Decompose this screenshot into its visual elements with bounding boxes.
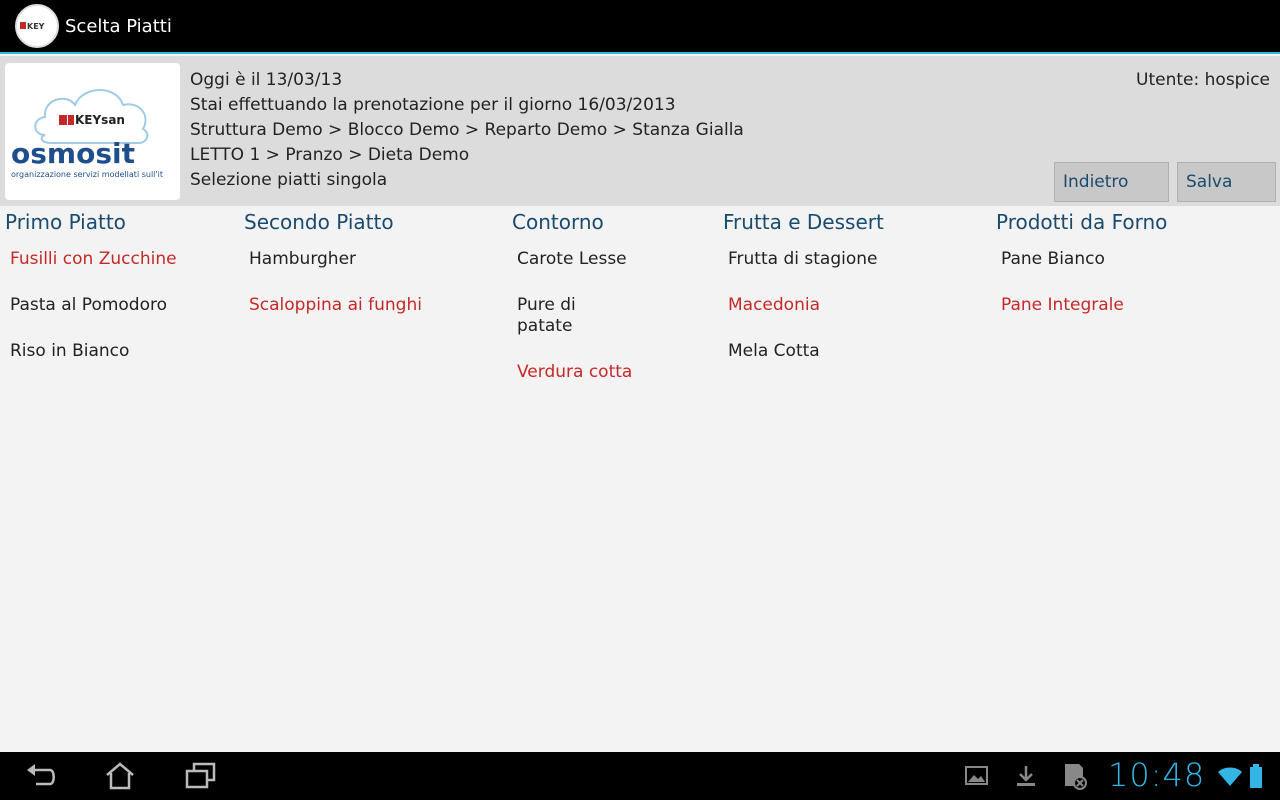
back-icon[interactable] [24,760,58,796]
dish-item[interactable]: Pure di patate [517,295,589,337]
osmosit-logo: KEYsan osmosit organizzazione servizi mo… [5,63,180,200]
action-bar: KEY Scelta Piatti [0,0,1280,54]
system-nav-bar: 10:48 [0,752,1280,800]
dish-item[interactable]: Riso in Bianco [10,341,129,362]
gallery-notification-icon[interactable] [964,764,990,792]
dish-item[interactable]: Pane Integrale [1001,295,1124,316]
user-label: Utente: hospice [1136,70,1270,90]
logo-osmosit: osmosit [11,137,135,170]
save-button[interactable]: Salva [1177,162,1276,202]
dish-item[interactable]: Scaloppina ai funghi [249,295,422,316]
meal-breadcrumb: LETTO 1 > Pranzo > Dieta Demo [190,145,470,165]
dish-item[interactable]: Hamburgher [249,249,356,270]
column-title-forno: Prodotti da Forno [996,210,1168,234]
home-icon[interactable] [104,760,136,796]
recent-apps-icon[interactable] [184,760,218,796]
dish-item[interactable]: Verdura cotta [517,362,632,383]
app-title: Scelta Piatti [65,15,172,37]
dish-item[interactable]: Pane Bianco [1001,249,1105,270]
battery-icon [1248,763,1264,793]
header-panel: KEYsan osmosit organizzazione servizi mo… [0,56,1280,206]
dish-item[interactable]: Mela Cotta [728,341,820,362]
logo-keysan: KEYsan [75,113,125,127]
dish-item[interactable]: Fusilli con Zucchine [10,249,177,270]
column-title-contorno: Contorno [512,210,604,234]
logo-tagline: organizzazione servizi modellati sull'it [11,170,163,179]
dish-item[interactable]: Macedonia [728,295,820,316]
selection-mode: Selezione piatti singola [190,170,388,190]
dish-item[interactable]: Frutta di stagione [728,249,877,270]
dish-item[interactable]: Carote Lesse [517,249,627,270]
svg-text:KEY: KEY [27,22,45,31]
dish-item[interactable]: Pasta al Pomodoro [10,295,167,316]
location-breadcrumb: Struttura Demo > Blocco Demo > Reparto D… [190,120,744,140]
app-logo-icon[interactable]: KEY [15,4,59,48]
clock: 10:48 [1108,756,1206,794]
sd-card-notification-icon[interactable] [1060,762,1088,794]
booking-date: Stai effettuando la prenotazione per il … [190,95,676,115]
column-title-secondo: Secondo Piatto [244,210,394,234]
wifi-icon [1216,764,1244,792]
back-button[interactable]: Indietro [1054,162,1169,202]
date-today: Oggi è il 13/03/13 [190,70,343,90]
column-title-primo: Primo Piatto [5,210,126,234]
column-title-frutta: Frutta e Dessert [723,210,884,234]
download-notification-icon[interactable] [1014,764,1038,792]
